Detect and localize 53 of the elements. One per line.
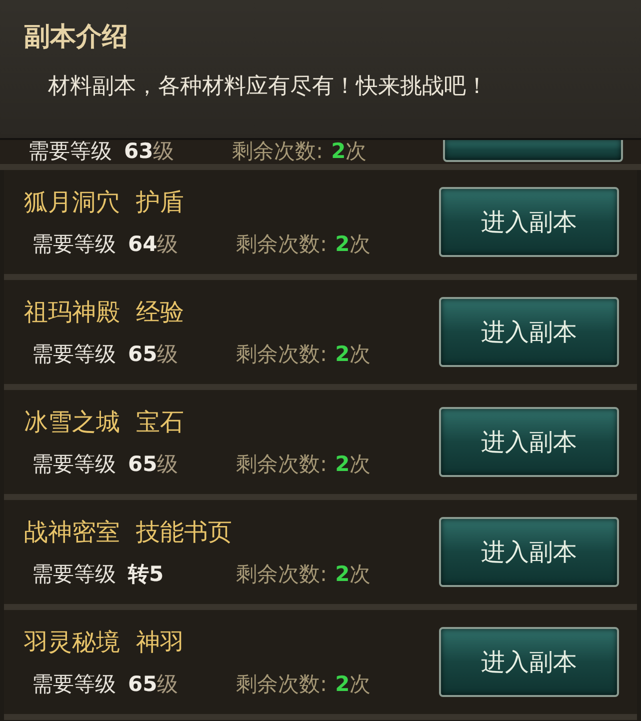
- remaining-label: 剩余次数:: [236, 234, 328, 254]
- enter-dungeon-button[interactable]: 进入副本: [439, 627, 619, 697]
- remaining-count: 2: [335, 454, 350, 474]
- remaining-label: 剩余次数:: [236, 674, 328, 694]
- level-value: 转5: [128, 564, 164, 584]
- dungeon-reward: 神羽: [136, 630, 184, 654]
- enter-dungeon-button[interactable]: 进入副本: [439, 517, 619, 587]
- level-value: 65: [128, 674, 158, 694]
- level-unit: 级: [153, 141, 174, 162]
- enter-dungeon-button[interactable]: [443, 140, 623, 162]
- level-value: 65: [128, 454, 158, 474]
- remaining-label: 剩余次数:: [236, 454, 328, 474]
- remaining-unit: 次: [346, 141, 367, 162]
- level-label: 需要等级: [32, 234, 116, 254]
- remaining-unit: 次: [350, 454, 371, 474]
- dungeon-name: 战神密室: [24, 520, 120, 544]
- intro-text: 材料副本，各种材料应有尽有！快来挑战吧！: [48, 76, 489, 98]
- enter-dungeon-button[interactable]: 进入副本: [439, 407, 619, 477]
- intro-title: 副本介绍: [24, 24, 129, 50]
- remaining-unit: 次: [350, 234, 371, 254]
- remaining-count: 2: [335, 344, 350, 364]
- dungeon-reward: 宝石: [136, 410, 184, 434]
- remaining-count: 2: [331, 141, 346, 162]
- remaining-unit: 次: [350, 564, 371, 584]
- remaining-count: 2: [335, 564, 350, 584]
- remaining-label: 剩余次数:: [232, 141, 324, 162]
- dungeon-reward: 护盾: [136, 190, 184, 214]
- level-unit: 级: [157, 674, 178, 694]
- level-label: 需要等级: [32, 454, 116, 474]
- dungeon-name: 狐月洞穴: [24, 190, 120, 214]
- enter-dungeon-button[interactable]: 进入副本: [439, 187, 619, 257]
- level-value: 63: [124, 141, 154, 162]
- remaining-unit: 次: [350, 344, 371, 364]
- dungeon-name: 冰雪之城: [24, 410, 120, 434]
- level-value: 64: [128, 234, 158, 254]
- dungeon-reward: 技能书页: [136, 520, 232, 544]
- level-value: 65: [128, 344, 158, 364]
- dungeon-name: 祖玛神殿: [24, 300, 120, 324]
- level-unit: 级: [157, 344, 178, 364]
- level-unit: 级: [157, 234, 178, 254]
- level-label: 需要等级: [32, 344, 116, 364]
- remaining-label: 剩余次数:: [236, 344, 328, 364]
- dungeon-name: 羽灵秘境: [24, 630, 120, 654]
- level-label: 需要等级: [32, 674, 116, 694]
- remaining-label: 剩余次数:: [236, 564, 328, 584]
- remaining-count: 2: [335, 234, 350, 254]
- level-label: 需要等级: [32, 564, 116, 584]
- level-label: 需要等级: [28, 141, 112, 162]
- remaining-unit: 次: [350, 674, 371, 694]
- remaining-count: 2: [335, 674, 350, 694]
- dungeon-reward: 经验: [136, 300, 184, 324]
- enter-dungeon-button[interactable]: 进入副本: [439, 297, 619, 367]
- level-unit: 级: [157, 454, 178, 474]
